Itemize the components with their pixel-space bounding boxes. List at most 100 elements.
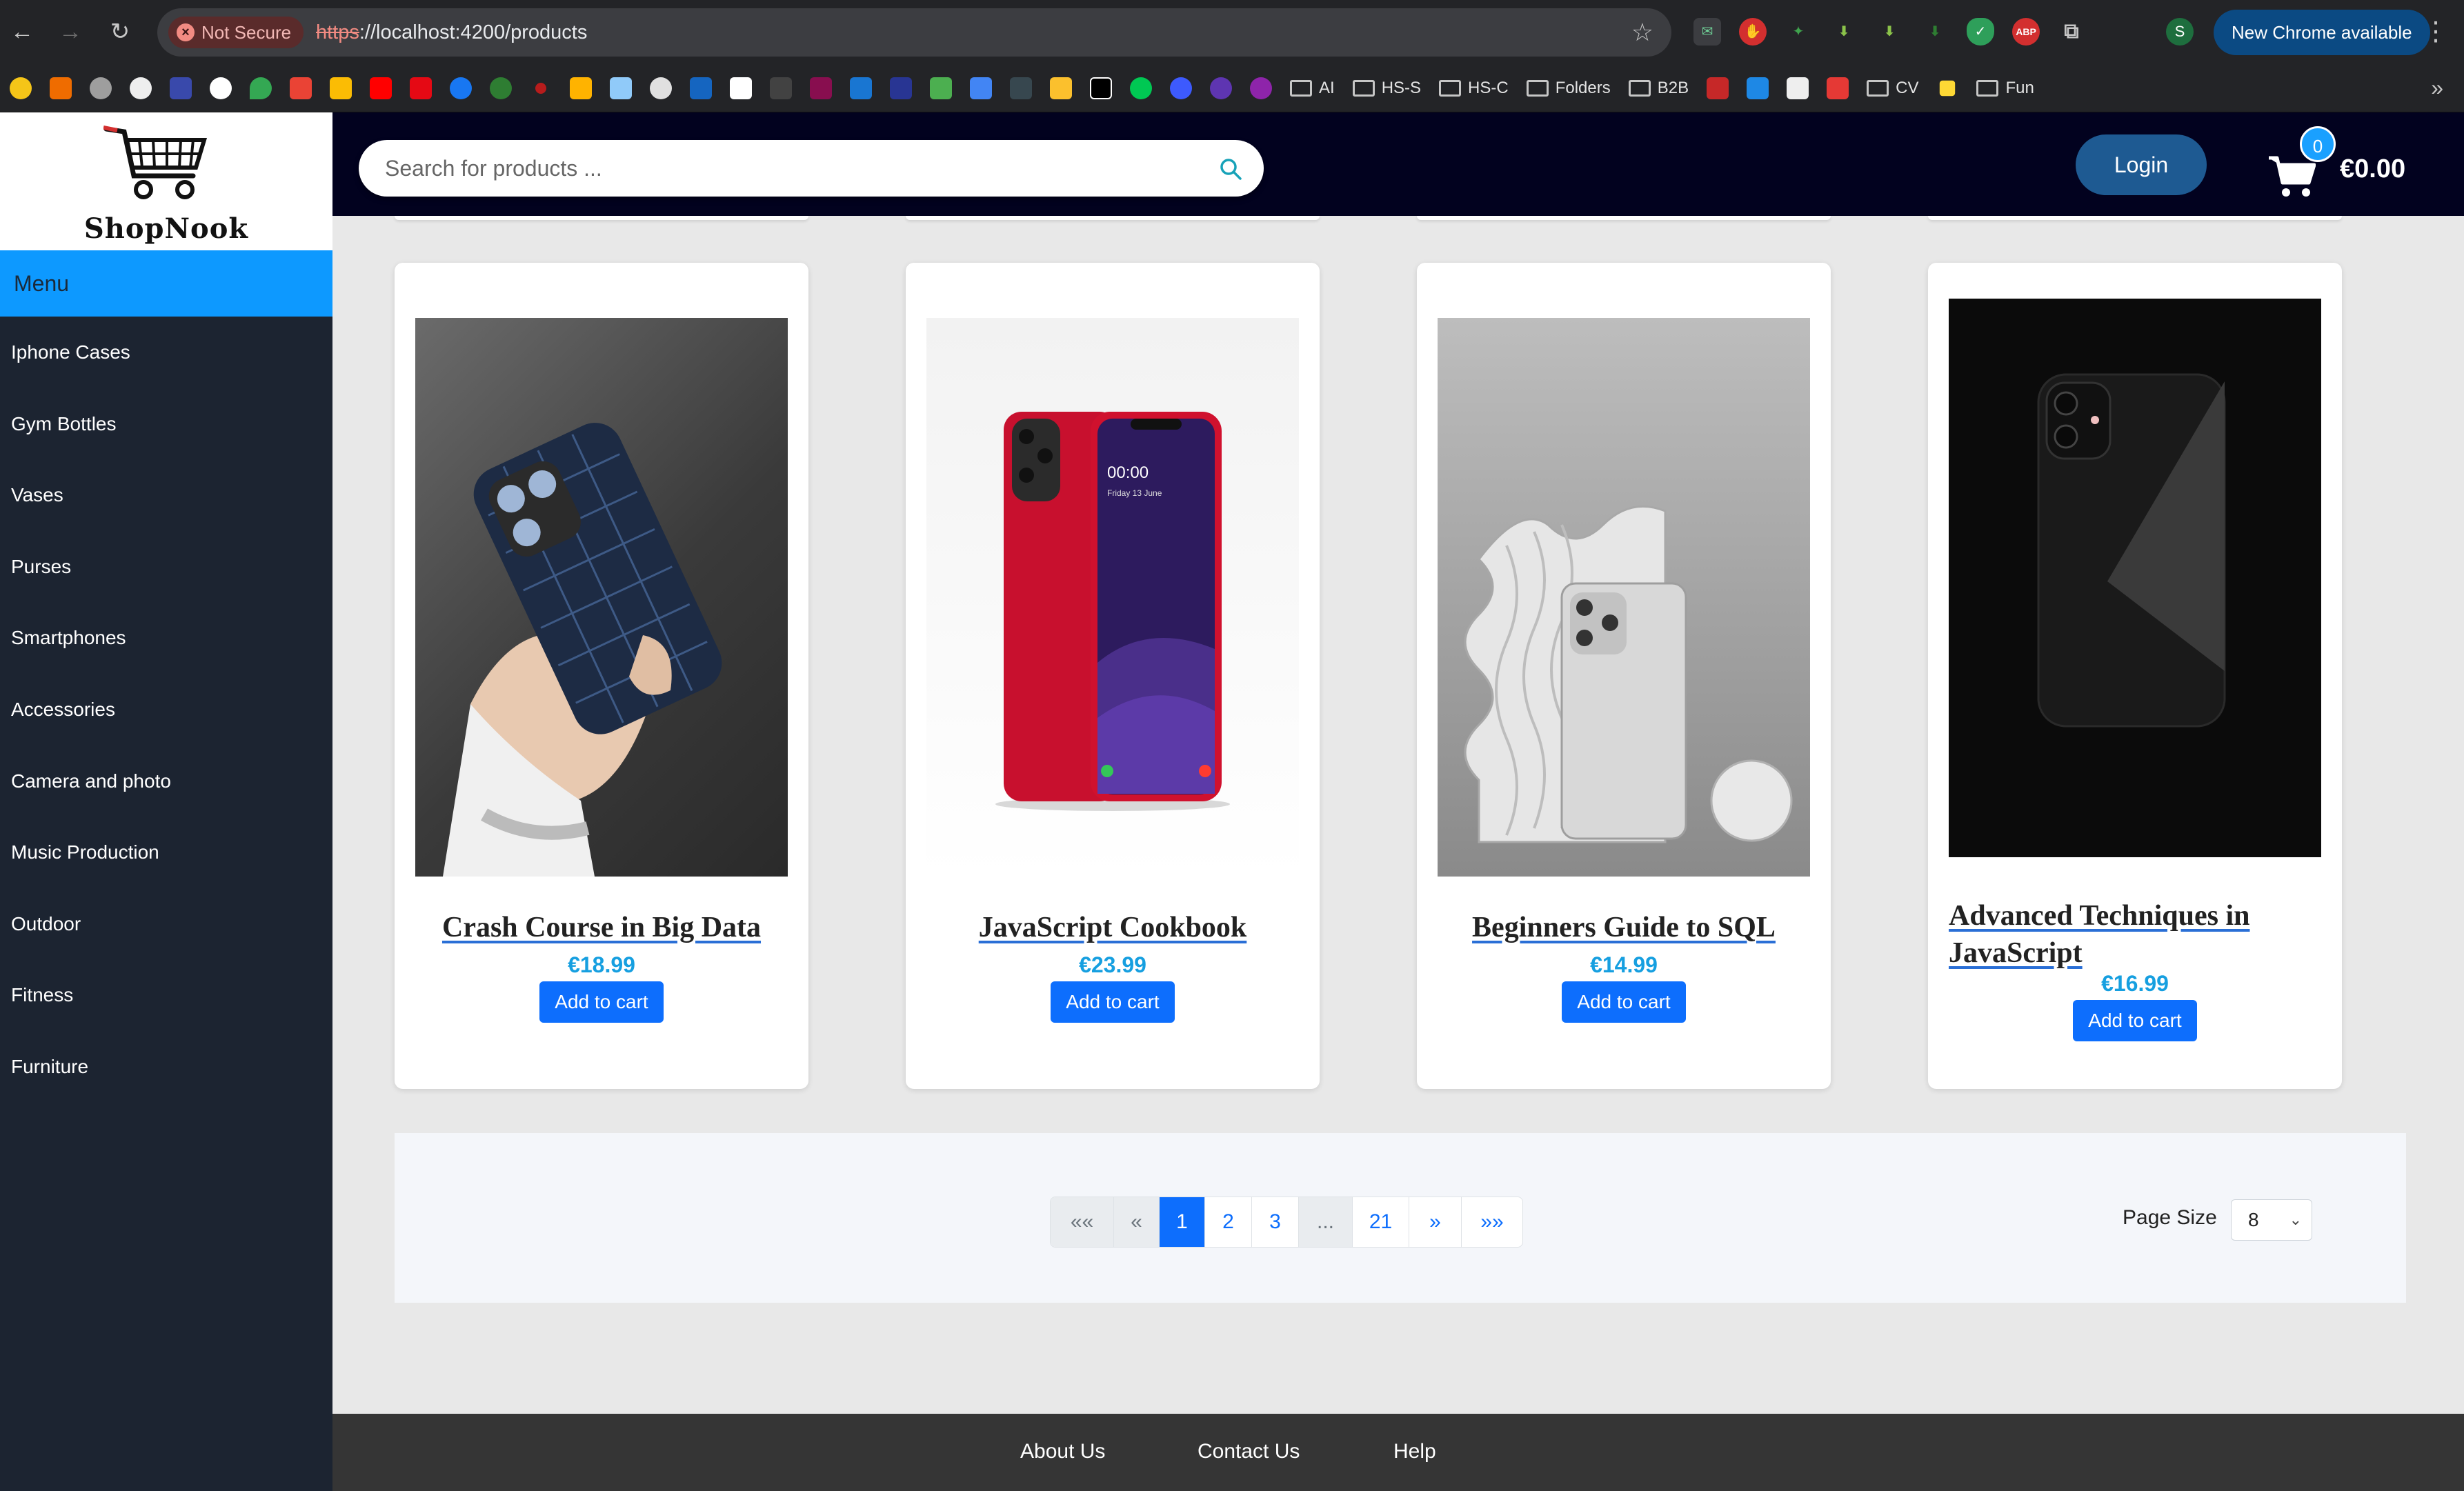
- category-smartphones[interactable]: Smartphones: [0, 602, 332, 674]
- product-image[interactable]: [415, 318, 788, 877]
- forward-arrow-icon[interactable]: →: [54, 15, 87, 48]
- bookmark-favicon-icon[interactable]: [1170, 77, 1192, 99]
- arrow-extension-icon[interactable]: ⬇: [1921, 18, 1949, 46]
- bookmark-favicon-icon[interactable]: [90, 77, 112, 99]
- bookmark-favicon-icon[interactable]: [10, 77, 32, 99]
- translate-favicon-icon[interactable]: [970, 77, 992, 99]
- bookmark-folder-b2b[interactable]: B2B: [1628, 79, 1689, 98]
- search-favicon-icon[interactable]: [650, 77, 672, 99]
- product-image[interactable]: 00:00 Friday 13 June: [926, 318, 1299, 877]
- bookmark-favicon-icon[interactable]: [850, 77, 872, 99]
- category-purses[interactable]: Purses: [0, 531, 332, 603]
- bookmark-favicon-icon[interactable]: [570, 77, 592, 99]
- last-page-button[interactable]: »»: [1462, 1197, 1522, 1247]
- google-favicon-icon[interactable]: [210, 77, 232, 99]
- bookmark-favicon-icon[interactable]: [730, 77, 752, 99]
- bookmark-favicon-icon[interactable]: [1130, 77, 1152, 99]
- bookmark-favicon-icon[interactable]: [1210, 77, 1232, 99]
- category-camera-and-photo[interactable]: Camera and photo: [0, 746, 332, 817]
- more-menu-icon[interactable]: ⋮: [2423, 15, 2449, 48]
- bookmark-favicon-icon[interactable]: [890, 77, 912, 99]
- next-page-button[interactable]: »: [1409, 1197, 1462, 1247]
- bookmark-folder-cv[interactable]: CV: [1867, 79, 1918, 98]
- bookmark-favicon-icon[interactable]: [690, 77, 712, 99]
- bookmark-favicon-icon[interactable]: [130, 77, 152, 99]
- product-title-link[interactable]: JavaScript Cookbook: [906, 911, 1320, 944]
- bookmark-favicon-icon[interactable]: [1050, 77, 1072, 99]
- search-input[interactable]: [385, 140, 1199, 197]
- product-image[interactable]: [1438, 318, 1810, 877]
- abp-extension-icon[interactable]: ABP: [2012, 18, 2040, 46]
- bookmark-favicon-icon[interactable]: [1010, 77, 1032, 99]
- footer-link-help[interactable]: Help: [1393, 1440, 1436, 1463]
- bookmark-favicon-icon[interactable]: [1747, 77, 1769, 99]
- category-fitness[interactable]: Fitness: [0, 959, 332, 1031]
- page-button-1[interactable]: 1: [1160, 1197, 1205, 1247]
- shopping-cart-icon[interactable]: [2267, 155, 2316, 198]
- product-title-link[interactable]: Crash Course in Big Data: [395, 911, 808, 944]
- category-outdoor[interactable]: Outdoor: [0, 888, 332, 960]
- profile-avatar[interactable]: S: [2166, 18, 2194, 46]
- bookmark-favicon-icon[interactable]: [1250, 77, 1272, 99]
- reload-icon[interactable]: ↻: [103, 15, 137, 48]
- back-arrow-icon[interactable]: ←: [6, 15, 39, 48]
- category-gym-bottles[interactable]: Gym Bottles: [0, 388, 332, 460]
- page-size-select[interactable]: 8 ⌄: [2231, 1199, 2312, 1241]
- bookmark-favicon-icon[interactable]: [1787, 77, 1809, 99]
- category-furniture[interactable]: Furniture: [0, 1031, 332, 1103]
- bookmark-folder-folders[interactable]: Folders: [1526, 79, 1611, 98]
- bookmark-favicon-icon[interactable]: [770, 77, 792, 99]
- bookmark-favicon-icon[interactable]: [490, 77, 512, 99]
- security-indicator[interactable]: × Not Secure: [168, 17, 304, 48]
- bookmark-folder-hs-c[interactable]: HS-C: [1439, 79, 1509, 98]
- url-text[interactable]: https://localhost:4200/products: [316, 8, 587, 57]
- add-to-cart-button[interactable]: Add to cart: [1051, 981, 1175, 1023]
- product-title-link[interactable]: Advanced Techniques in JavaScript: [1928, 897, 2314, 972]
- chrome-update-button[interactable]: New Chrome available: [2214, 10, 2430, 55]
- add-to-cart-button[interactable]: Add to cart: [1562, 981, 1686, 1023]
- category-vases[interactable]: Vases: [0, 459, 332, 531]
- bookmark-favicon-icon[interactable]: [50, 77, 72, 99]
- bookmark-favicon-icon[interactable]: [1090, 77, 1112, 99]
- login-button[interactable]: Login: [2076, 134, 2207, 195]
- bookmark-favicon-icon[interactable]: [1707, 77, 1729, 99]
- download-alt-extension-icon[interactable]: ⬇: [1876, 18, 1903, 46]
- bookmark-folder-hs-s[interactable]: HS-S: [1352, 79, 1421, 98]
- gmail-favicon-icon[interactable]: [290, 77, 312, 99]
- download-extension-icon[interactable]: ⬇: [1830, 18, 1858, 46]
- footer-link-about-us[interactable]: About Us: [1020, 1440, 1105, 1463]
- product-image[interactable]: [1949, 299, 2321, 857]
- page-button-3[interactable]: 3: [1252, 1197, 1299, 1247]
- bookmark-folder-fun[interactable]: Fun: [1976, 79, 2034, 98]
- category-accessories[interactable]: Accessories: [0, 674, 332, 746]
- search-icon[interactable]: [1218, 157, 1243, 181]
- page-button-2[interactable]: 2: [1205, 1197, 1252, 1247]
- mail-extension-icon[interactable]: ✉: [1693, 18, 1721, 46]
- bookmark-favicon-icon[interactable]: [610, 77, 632, 99]
- drive-favicon-icon[interactable]: [330, 77, 352, 99]
- shop-logo[interactable]: ShopNook: [0, 112, 332, 250]
- youtube-favicon-icon[interactable]: [370, 77, 392, 99]
- bookmark-favicon-icon[interactable]: [1827, 77, 1849, 99]
- extensions-puzzle-icon[interactable]: ⧉: [2058, 18, 2085, 46]
- bookmark-favicon-icon[interactable]: [1940, 80, 1956, 96]
- product-title-link[interactable]: Beginners Guide to SQL: [1417, 911, 1831, 944]
- page-button-21[interactable]: 21: [1353, 1197, 1409, 1247]
- bookmark-favicon-icon[interactable]: [810, 77, 832, 99]
- add-to-cart-button[interactable]: Add to cart: [2073, 1000, 2197, 1041]
- address-bar[interactable]: × Not Secure https://localhost:4200/prod…: [157, 8, 1671, 57]
- plant-extension-icon[interactable]: ✦: [1785, 18, 1812, 46]
- bookmark-favicon-icon[interactable]: [535, 82, 546, 94]
- bookmarks-overflow-icon[interactable]: »: [2431, 75, 2443, 101]
- bookmark-folder-ai[interactable]: AI: [1290, 79, 1335, 98]
- bookmark-star-icon[interactable]: ☆: [1631, 15, 1653, 50]
- maps-favicon-icon[interactable]: [250, 77, 272, 99]
- add-to-cart-button[interactable]: Add to cart: [539, 981, 664, 1023]
- facebook-favicon-icon[interactable]: [450, 77, 472, 99]
- adblock-hand-icon[interactable]: ✋: [1739, 18, 1767, 46]
- netflix-favicon-icon[interactable]: [410, 77, 432, 99]
- previous-page-button[interactable]: «: [1114, 1197, 1160, 1247]
- bookmark-favicon-icon[interactable]: [170, 77, 192, 99]
- category-iphone-cases[interactable]: Iphone Cases: [0, 317, 332, 388]
- shield-extension-icon[interactable]: ✓: [1967, 18, 1994, 46]
